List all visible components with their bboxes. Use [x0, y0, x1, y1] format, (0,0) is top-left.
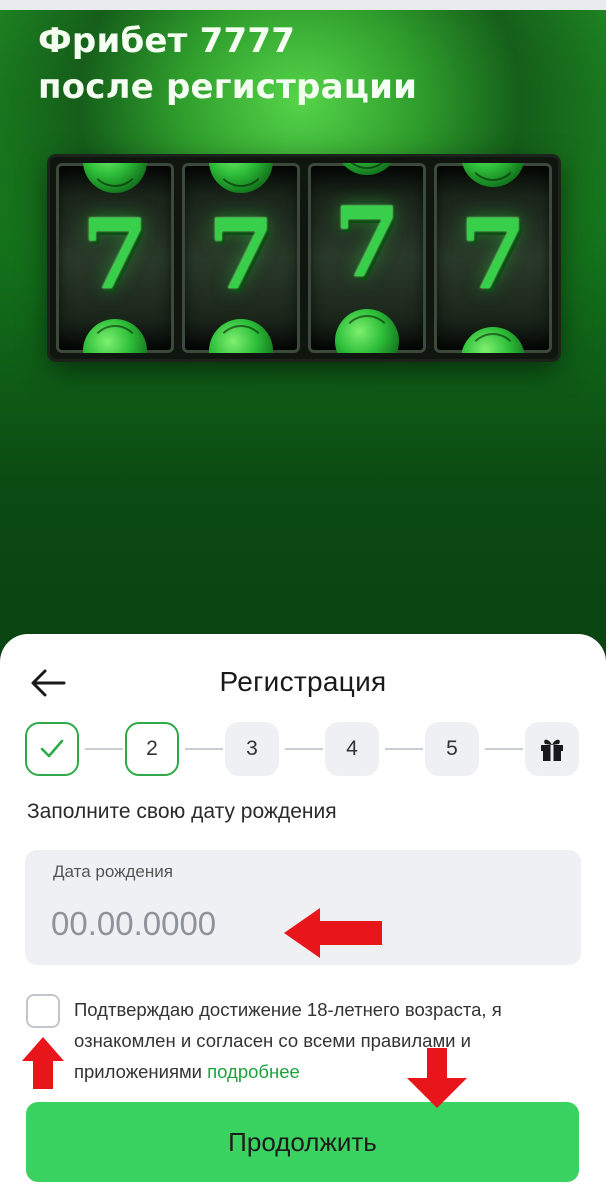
step-connector [185, 748, 223, 750]
ball-icon [335, 163, 399, 175]
page-title: Регистрация [219, 666, 387, 697]
ball-icon [209, 163, 273, 193]
step-2-active: 2 [125, 722, 179, 776]
red-arrow-down-icon [407, 1048, 467, 1108]
step-3: 3 [225, 722, 279, 776]
terms-more-link[interactable]: подробнее [207, 1061, 300, 1082]
continue-button[interactable]: Продолжить [26, 1102, 579, 1182]
slot-reel: 7 [434, 163, 552, 353]
promo-title-line2: после регистрации [38, 67, 418, 107]
ball-icon [83, 163, 147, 193]
promo-title-line1: Фрибет 7777 [38, 21, 296, 61]
reel-symbol: 7 [333, 186, 401, 299]
check-icon [40, 739, 64, 758]
age-confirm-checkbox[interactable] [26, 994, 60, 1028]
step-connector [285, 748, 323, 750]
ball-icon [209, 319, 273, 353]
ball-icon [461, 163, 525, 187]
birthdate-input[interactable] [51, 902, 471, 946]
step-connector [485, 748, 523, 750]
gift-icon [541, 739, 563, 761]
slot-reel: 7 [308, 163, 426, 353]
ball-icon [83, 319, 147, 353]
step-connector [85, 748, 123, 750]
slot-reel: 7 [182, 163, 300, 353]
step-1-done [25, 722, 79, 776]
birthdate-label: Дата рождения [53, 862, 173, 881]
step-gift [525, 722, 579, 776]
red-arrow-up-icon [22, 1037, 64, 1089]
step-4: 4 [325, 722, 379, 776]
slot-reel: 7 [56, 163, 174, 353]
status-bar [0, 0, 606, 10]
registration-stepper: 2 3 4 5 [25, 722, 581, 776]
red-arrow-left-icon [284, 908, 382, 958]
promo-banner: Фрибет 7777 после регистрации 7 7 7 7 [0, 10, 606, 650]
ball-icon [461, 327, 525, 353]
reel-symbol: 7 [81, 198, 149, 311]
birthdate-hint: Заполните свою дату рождения [27, 800, 337, 823]
step-connector [385, 748, 423, 750]
step-5: 5 [425, 722, 479, 776]
promo-title: Фрибет 7777 после регистрации [38, 18, 498, 110]
terms-text: Подтверждаю достижение 18-летнего возрас… [74, 994, 586, 1087]
reel-symbol: 7 [207, 198, 275, 311]
reel-symbol: 7 [459, 198, 527, 311]
slot-machine: 7 7 7 7 [50, 157, 558, 359]
ball-icon [335, 309, 399, 353]
